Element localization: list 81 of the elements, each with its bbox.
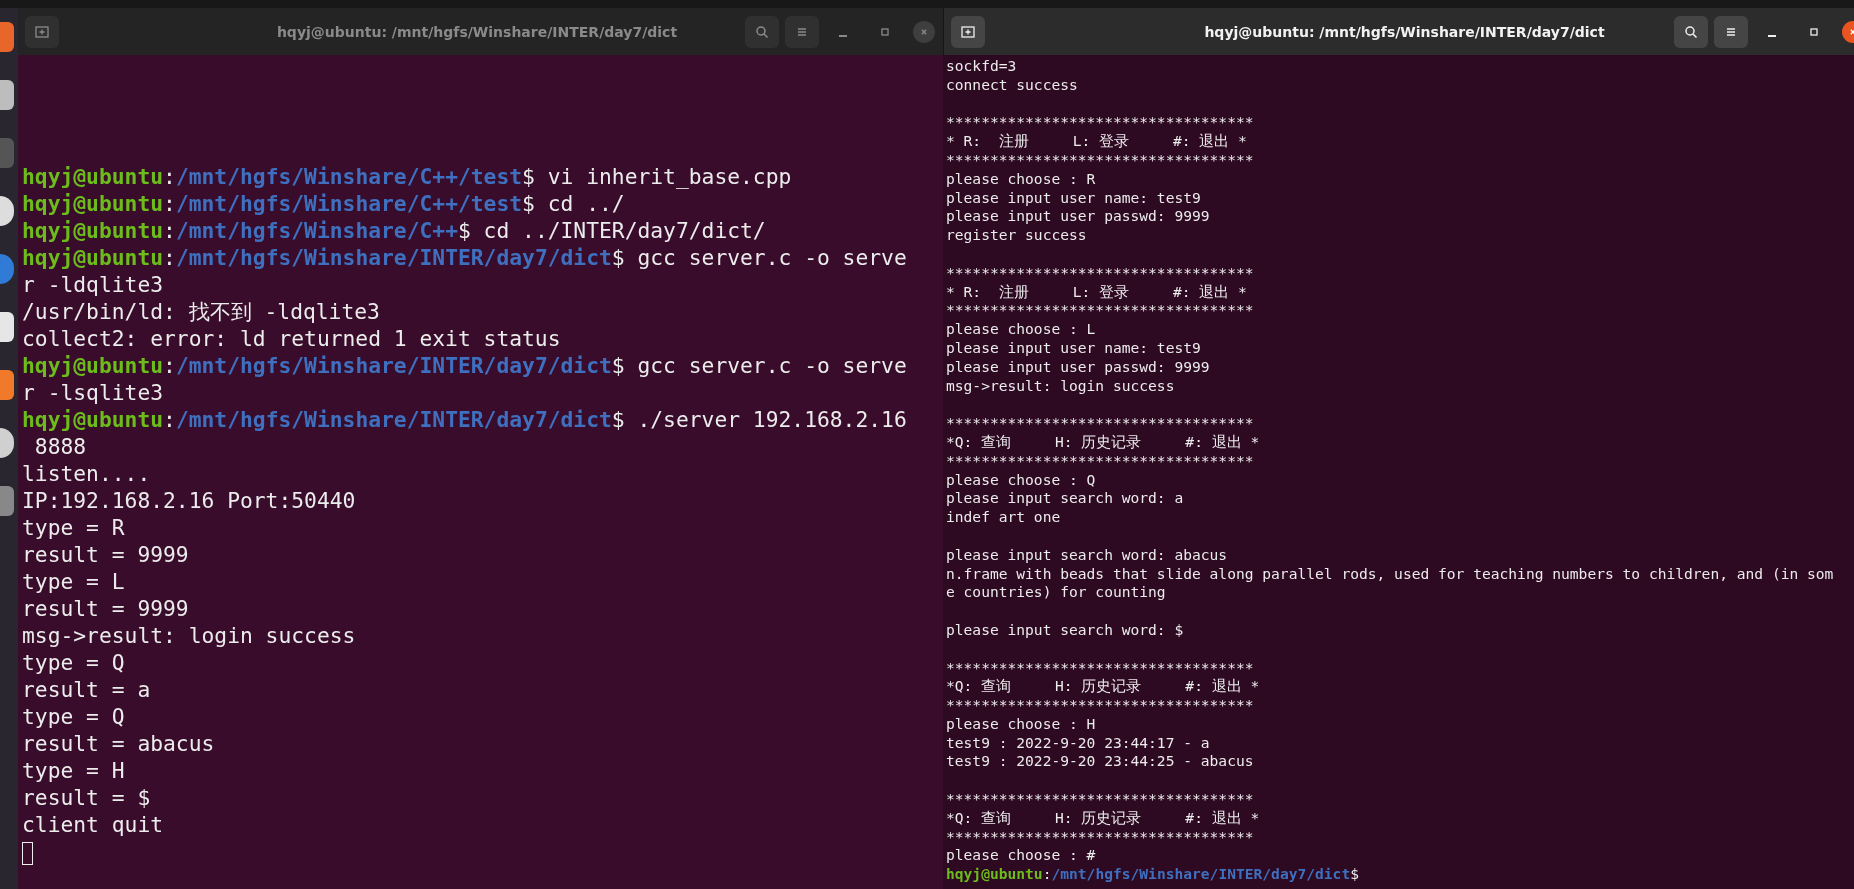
menu-button[interactable] bbox=[785, 15, 819, 48]
menu-button[interactable] bbox=[1714, 15, 1748, 48]
terminal-line: please choose : H bbox=[946, 714, 1097, 734]
terminal-line: * R: 注册 L: 登录 #: 退出 * bbox=[946, 132, 1248, 151]
terminal-line: test9 : 2022-9-20 23:44:17 - a bbox=[946, 733, 1211, 753]
terminal-line: *********************************** bbox=[946, 658, 1255, 678]
search-button[interactable] bbox=[745, 15, 779, 48]
new-tab-button[interactable] bbox=[25, 15, 59, 48]
terminal-line: listen.... bbox=[22, 460, 152, 487]
terminal-line: register success bbox=[946, 226, 1088, 245]
terminal-line: *********************************** bbox=[946, 151, 1255, 170]
terminal-line: hqyj@ubuntu:/mnt/hgfs/Winshare/INTER/day7/dict$ ./server 192.168.2.16 bbox=[22, 406, 908, 433]
terminal-line: type = H bbox=[22, 757, 126, 784]
terminal-line: e countries) for counting bbox=[946, 583, 1167, 603]
terminal-line: please choose : # bbox=[946, 846, 1097, 866]
terminal-line: result = $ bbox=[22, 784, 152, 811]
terminal-line: hqyj@ubuntu:/mnt/hgfs/Winshare/INTER/day7/dict$ bbox=[946, 865, 1360, 885]
terminal-line: *Q: 查询 H: 历史记录 #: 退出 * bbox=[946, 808, 1261, 828]
search-icon bbox=[1683, 23, 1699, 40]
terminal-line: r -ldqlite3 bbox=[22, 271, 165, 298]
terminal-line: sockfd=3 bbox=[946, 57, 1018, 76]
terminal-line: please choose : Q bbox=[946, 470, 1097, 490]
minimize-icon bbox=[1768, 34, 1776, 37]
terminal-line: msg->result: login success bbox=[946, 376, 1176, 396]
terminal-line: type = Q bbox=[22, 703, 126, 730]
terminal-line: result = 9999 bbox=[22, 541, 190, 568]
terminal-line: please input user name: test9 bbox=[946, 188, 1202, 208]
search-icon bbox=[754, 23, 770, 40]
terminal-line: * R: 注册 L: 登录 #: 退出 * bbox=[946, 282, 1248, 302]
terminal-line: please input user name: test9 bbox=[946, 338, 1202, 358]
terminal-line: type = Q bbox=[22, 649, 126, 676]
terminal-line: *Q: 查询 H: 历史记录 #: 退出 * bbox=[946, 677, 1261, 697]
terminal-line: *********************************** bbox=[946, 827, 1255, 847]
terminal-line: hqyj@ubuntu:/mnt/hgfs/Winshare/C++/test$ cd ../ bbox=[22, 190, 626, 217]
terminal-line: 8888 bbox=[33, 433, 88, 460]
terminal-line: *********************************** bbox=[946, 263, 1255, 283]
terminal-line: please input user passwd: 9999 bbox=[946, 207, 1211, 227]
search-button[interactable] bbox=[1674, 15, 1708, 48]
terminal-line: *********************************** bbox=[946, 696, 1255, 715]
window-title: hqyj@ubuntu: /mnt/hgfs/Winshare/INTER/day7/dict bbox=[275, 23, 679, 40]
terminal-line: hqyj@ubuntu:/mnt/hgfs/Winshare/INTER/day7/dict$ gcc server.c -o serve bbox=[22, 352, 908, 379]
terminal-line: *********************************** bbox=[946, 301, 1255, 321]
terminal-line: r -lsqlite3 bbox=[22, 379, 165, 406]
terminal-line: hqyj@ubuntu:/mnt/hgfs/Winshare/C++$ cd ../INTER/day7/dict/ bbox=[22, 217, 767, 244]
terminal-line: *********************************** bbox=[946, 790, 1255, 809]
terminal-line: IP:192.168.2.16 Port:50440 bbox=[22, 487, 357, 514]
terminal-line: please choose : R bbox=[946, 169, 1097, 189]
terminal-line: client quit bbox=[22, 811, 165, 838]
terminal-line: *********************************** bbox=[946, 414, 1255, 433]
terminal-line: hqyj@ubuntu:/mnt/hgfs/Winshare/C++/test$ vi inherit_base.cpp bbox=[22, 163, 793, 190]
app-icon[interactable] bbox=[0, 312, 14, 342]
terminal-line: type = R bbox=[22, 514, 126, 541]
terminal-line: please input search word: $ bbox=[946, 620, 1185, 640]
terminal-line: indef art one bbox=[946, 508, 1062, 527]
window-title: hqyj@ubuntu: /mnt/hgfs/Winshare/INTER/day7/dict bbox=[1203, 23, 1606, 40]
app-icon[interactable] bbox=[0, 196, 14, 226]
app-icon[interactable] bbox=[0, 428, 14, 458]
terminal-line: collect2: error: ld returned 1 exit status bbox=[22, 325, 562, 352]
terminal-line: please input search word: a bbox=[946, 489, 1185, 509]
terminal-line: msg->result: login success bbox=[22, 622, 357, 649]
terminal-line: please input user passwd: 9999 bbox=[946, 357, 1211, 377]
terminal-line: type = L bbox=[22, 568, 126, 595]
terminal-line: *Q: 查询 H: 历史记录 #: 退出 * bbox=[946, 432, 1261, 452]
terminal-line: /usr/bin/ld: 找不到 -ldqlite3 bbox=[22, 298, 381, 325]
plus-icon bbox=[34, 23, 50, 40]
plus-icon bbox=[960, 23, 976, 40]
minimize-icon bbox=[839, 34, 847, 37]
app-icon[interactable] bbox=[0, 80, 14, 110]
terminal-line: hqyj@ubuntu:/mnt/hgfs/Winshare/INTER/day7/dict$ gcc server.c -o serve bbox=[22, 244, 908, 271]
terminal-line: result = 9999 bbox=[22, 595, 190, 622]
terminal-line: test9 : 2022-9-20 23:44:25 - abacus bbox=[946, 752, 1255, 772]
terminal-line: please choose : L bbox=[946, 320, 1097, 339]
terminal-line: result = a bbox=[22, 676, 152, 703]
app-icon[interactable] bbox=[0, 370, 14, 400]
new-tab-button[interactable] bbox=[951, 15, 985, 48]
terminal-line: please input search word: abacus bbox=[946, 545, 1229, 565]
terminal-line: result = abacus bbox=[22, 730, 216, 757]
terminal-line: *********************************** bbox=[946, 451, 1255, 471]
terminal-line: n.frame with beads that slide along parallel rods, used for teaching numbers to children, and (in som bbox=[946, 564, 1835, 584]
terminal-line: connect success bbox=[946, 75, 1079, 95]
terminal-line: *********************************** bbox=[946, 113, 1255, 133]
